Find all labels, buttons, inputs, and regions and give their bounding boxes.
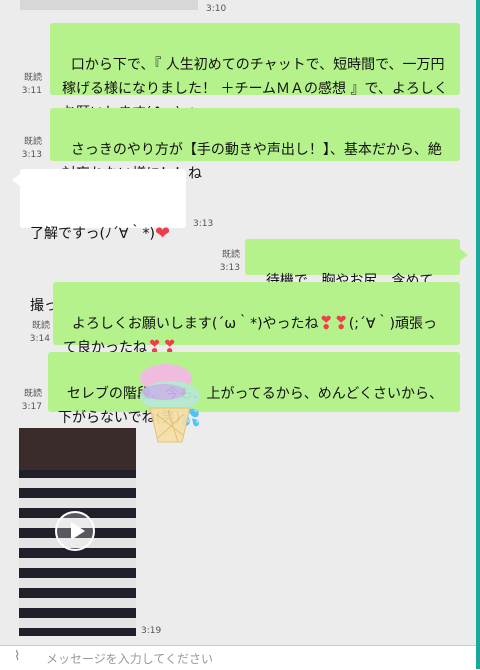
message-text: セレブの階段、今も、上がってるから、めんどくさいから、下がらないでね(笑)	[58, 386, 443, 426]
message-meta: 既読 3:11	[14, 72, 42, 98]
message-time: 3:11	[21, 86, 42, 96]
message-time: 3:13	[21, 150, 42, 160]
outgoing-message[interactable]: セレブの階段、今も、上がってるから、めんどくさいから、下がらないでね(笑)💦	[48, 352, 460, 426]
message-input-bar: ⌇ メッセージを入力してください	[0, 645, 480, 670]
previous-message-bubble[interactable]	[20, 0, 198, 10]
outgoing-message[interactable]: さっきのやり方が【手の動きや声出し！】、基本だから、絶対忘れない様に！！ね	[50, 108, 460, 182]
bubble-tail	[12, 174, 20, 186]
incoming-message[interactable]: 了解ですっ(ﾉ´∀｀*)❤ 撮ってきます！	[20, 169, 186, 314]
outgoing-message[interactable]: 待機で、胸やお尻、含めてね！！	[245, 239, 460, 313]
scroll-edge	[476, 0, 480, 669]
outgoing-message[interactable]: 口から下で、『 人生初めてのチャットで、短時間で、一万円稼げる様になりました！ …	[50, 23, 460, 121]
play-icon[interactable]	[55, 511, 95, 551]
message-meta: 既読 3:13	[14, 136, 42, 162]
ice-cream-sticker	[140, 364, 200, 443]
read-receipt: 既読	[31, 321, 50, 331]
message-meta: 既読 3:13	[212, 249, 240, 275]
video-frame-top	[19, 428, 136, 470]
heart-icon: ❣	[318, 313, 334, 334]
message-time: 3:10	[206, 4, 227, 14]
heart-icon: ❣	[333, 313, 349, 334]
read-receipt: 既読	[23, 73, 42, 83]
bubble-tail	[460, 249, 468, 261]
read-receipt: 既読	[23, 389, 42, 399]
message-meta: 既読 3:17	[14, 388, 42, 414]
message-time: 3:13	[219, 263, 240, 273]
outgoing-message[interactable]: よろしくお願いします(´ω｀*)やったね❣❣(;´∀｀)頑張って良かったね❣❣	[53, 282, 460, 357]
message-time: 3:14	[29, 334, 50, 344]
message-time: 3:19	[141, 626, 162, 636]
heart-icon: ❤	[154, 223, 171, 244]
read-receipt: 既読	[221, 250, 240, 260]
paperclip-icon[interactable]: ⌇	[14, 649, 20, 664]
message-time: 3:13	[193, 219, 214, 229]
read-receipt: 既読	[23, 137, 42, 147]
video-thumbnail[interactable]	[19, 428, 136, 636]
message-input[interactable]: メッセージを入力してください	[46, 650, 213, 667]
message-meta: 既読 3:14	[22, 320, 50, 346]
message-text: よろしくお願いします(´ω｀*)やったね	[71, 316, 319, 332]
message-text: 了解ですっ(ﾉ´∀｀*)	[30, 226, 155, 242]
message-time: 3:17	[21, 402, 42, 412]
